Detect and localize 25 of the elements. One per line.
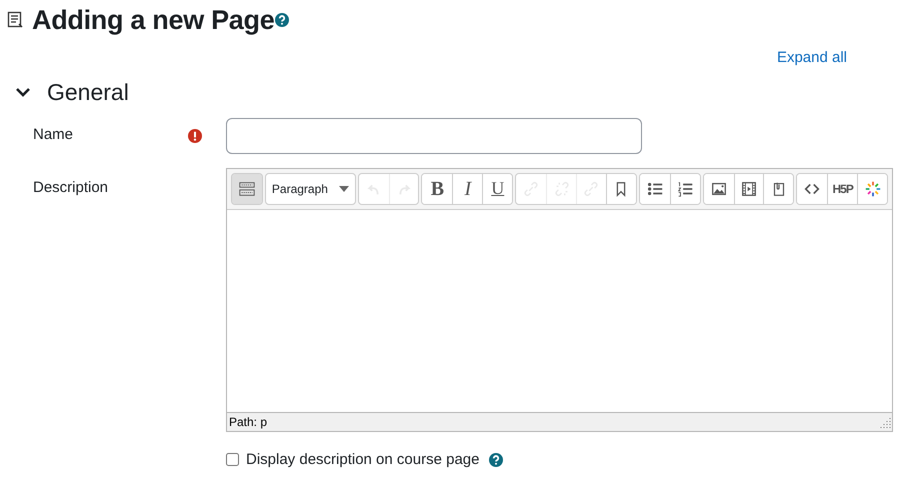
numbered-list-button[interactable] xyxy=(670,174,700,204)
file-button[interactable] xyxy=(763,174,794,204)
chevron-icon[interactable] xyxy=(15,86,31,98)
name-input[interactable] xyxy=(226,118,642,154)
keyboard-icon xyxy=(238,180,256,198)
page-icon xyxy=(7,11,24,30)
help-icon[interactable] xyxy=(489,452,504,467)
display-checkbox[interactable] xyxy=(226,453,239,466)
help-icon[interactable] xyxy=(275,13,290,28)
expand-all-link[interactable]: Expand all xyxy=(776,46,847,69)
page-title: Adding a new Page xyxy=(32,4,274,37)
burst-button[interactable] xyxy=(857,174,888,204)
section-title: General xyxy=(47,78,129,107)
format-button[interactable]: U xyxy=(482,174,512,204)
anchor-button[interactable] xyxy=(606,174,636,204)
numbered-list-icon xyxy=(676,180,694,198)
field-label: Description xyxy=(33,178,108,196)
field-label: Name xyxy=(33,126,74,144)
element-path: Path: p xyxy=(229,414,268,430)
resize-handle-icon[interactable] xyxy=(880,416,892,428)
paragraph-select[interactable]: Paragraph xyxy=(266,174,355,204)
film-icon xyxy=(740,180,758,198)
checkbox-label: Display description on course page xyxy=(246,450,480,470)
caret-icon xyxy=(338,186,349,192)
burst-icon xyxy=(864,180,882,198)
